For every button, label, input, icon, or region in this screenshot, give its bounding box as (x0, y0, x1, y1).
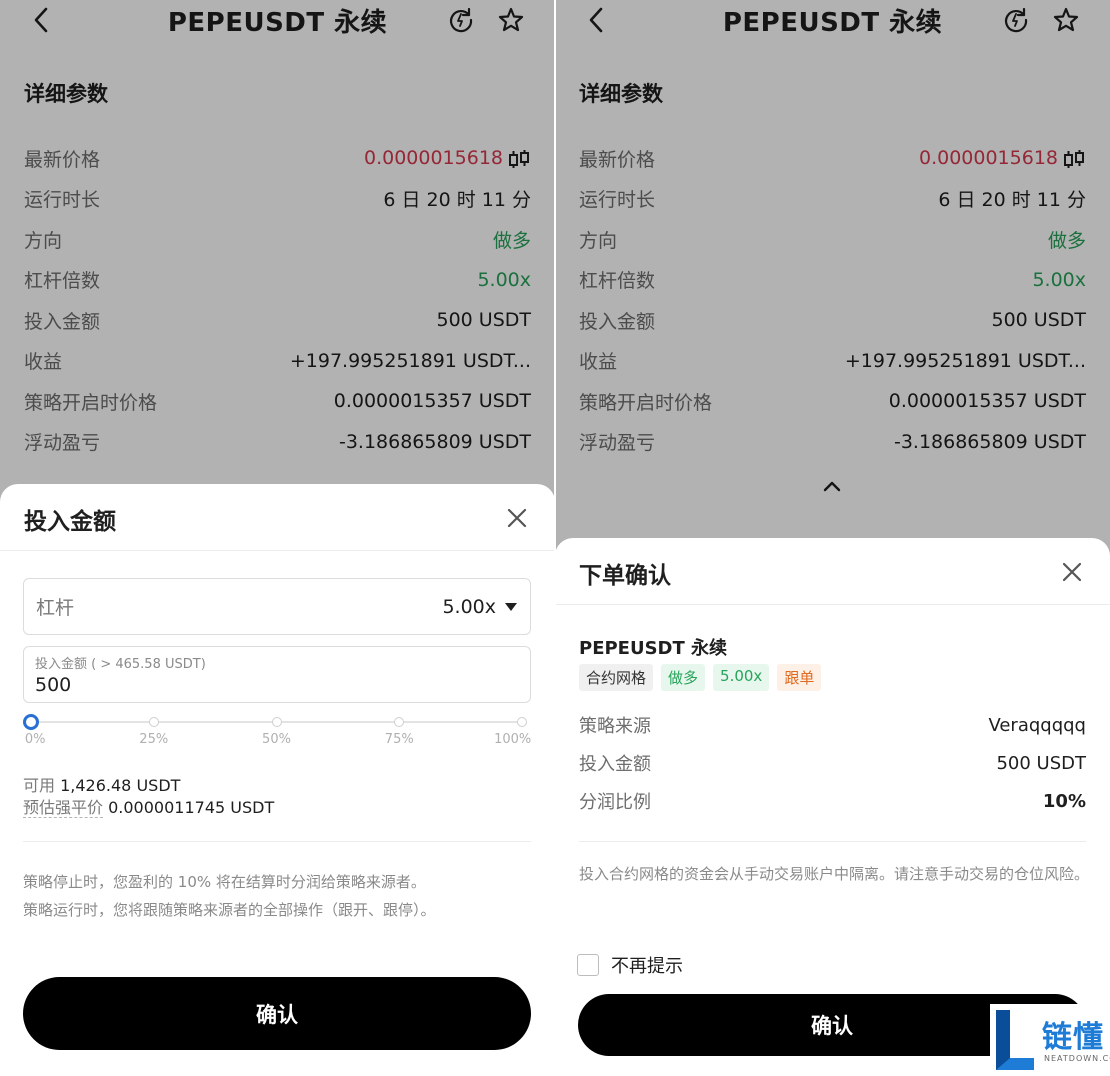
confirm-button[interactable]: 确认 (23, 977, 531, 1050)
liquidation-value: 0.0000011745 USDT (108, 798, 275, 817)
slider-tick-label: 100% (494, 732, 532, 747)
leverage-label: 杠杆 (36, 597, 75, 619)
slider-tick-label: 25% (139, 732, 169, 747)
amount-slider[interactable]: 0% 25% 50% 75% 100% (23, 714, 531, 747)
slider-node-100[interactable] (517, 717, 527, 727)
divider (579, 841, 1086, 842)
tag-contract-grid: 合约网格 (579, 664, 654, 691)
leverage-select[interactable]: 杠杆 5.00x (23, 578, 531, 635)
dont-remind-option[interactable]: 不再提示 (577, 952, 683, 978)
dont-remind-checkbox[interactable] (577, 954, 599, 976)
liquidation-label[interactable]: 预估强平价 (23, 798, 104, 818)
order-row-profit-share: 分润比例 10% (579, 782, 1086, 820)
order-label: 分润比例 (579, 792, 651, 813)
tag-list: 合约网格 做多 5.00x 跟单 (579, 664, 822, 691)
slider-node-75[interactable] (394, 717, 405, 727)
divider (23, 841, 531, 842)
slider-node-25[interactable] (148, 717, 159, 727)
slider-tick-label: 50% (262, 732, 291, 747)
leverage-value: 5.00x (442, 596, 518, 618)
divider (555, 604, 1110, 605)
balance-info: 可用 1,426.48 USDT 预估强平价 0.0000011745 USDT (23, 775, 274, 819)
risk-note: 投入合约网格的资金会从手动交易账户中隔离。请注意手动交易的仓位风险。 (579, 865, 1090, 883)
profit-share-note: 策略停止时，您盈利的 10% 将在结算时分润给策略来源者。 策略运行时，您将跟随… (23, 868, 535, 924)
slider-tick-label: 75% (384, 732, 414, 747)
order-value: 10% (1042, 790, 1086, 812)
order-row-source: 策略来源 Veraqqqqq (579, 706, 1086, 744)
leverage-value-text: 5.00x (442, 595, 496, 618)
available-value: 1,426.48 USDT (60, 776, 181, 795)
order-label: 投入金额 (579, 754, 651, 775)
screen-divider (554, 0, 556, 1076)
amount-hint: 投入金额 ( > 465.58 USDT) (35, 657, 206, 672)
tag-long: 做多 (661, 664, 706, 691)
slider-tick-label: 0% (24, 732, 46, 747)
close-icon[interactable] (503, 504, 531, 532)
sheet-title: 投入金额 (24, 509, 116, 535)
order-row-investment: 投入金额 500 USDT (579, 744, 1086, 782)
tag-copy-trade: 跟单 (777, 664, 822, 691)
order-confirm-sheet: 下单确认 PEPEUSDT 永续 合约网格 做多 5.00x 跟单 策略来源 V… (555, 538, 1110, 1076)
dropdown-arrow-icon (505, 602, 517, 611)
note-line: 策略运行时，您将跟随策略来源者的全部操作（跟开、跟停）。 (23, 901, 436, 919)
left-screen: PEPEUSDT 永续 详细参数 最新价格 0.0000015618 运行时长 … (0, 0, 555, 1076)
sheet-title: 下单确认 (579, 563, 671, 589)
order-value: 500 USDT (996, 752, 1086, 774)
dont-remind-label[interactable]: 不再提示 (611, 952, 683, 978)
order-label: 策略来源 (579, 716, 651, 737)
liquidation-line: 预估强平价 0.0000011745 USDT (23, 797, 274, 819)
watermark: 链懂 NEATDOWN.COM (990, 1004, 1110, 1076)
order-details: 策略来源 Veraqqqqq 投入金额 500 USDT 分润比例 10% (579, 706, 1086, 820)
order-value: Veraqqqqq (988, 714, 1086, 736)
tag-leverage: 5.00x (713, 664, 770, 691)
watermark-text: 链懂 (1042, 1020, 1104, 1055)
amount-field[interactable]: 投入金额 ( > 465.58 USDT) (23, 646, 531, 703)
invest-amount-sheet: 投入金额 杠杆 5.00x 投入金额 ( > 465.58 USDT) 0% 2… (0, 484, 555, 1076)
slider-thumb[interactable] (23, 714, 39, 730)
available-line: 可用 1,426.48 USDT (23, 775, 274, 797)
available-label: 可用 (23, 776, 56, 795)
close-icon[interactable] (1058, 558, 1086, 586)
amount-input[interactable] (35, 674, 519, 696)
watermark-logo-icon (996, 1010, 1034, 1070)
pair-title: PEPEUSDT 永续 (579, 638, 728, 659)
note-line: 策略停止时，您盈利的 10% 将在结算时分润给策略来源者。 (23, 873, 426, 891)
slider-node-50[interactable] (271, 717, 282, 727)
divider (0, 550, 555, 551)
right-screen: PEPEUSDT 永续 详细参数 最新价格 0.0000015618 运行时长 … (555, 0, 1110, 1076)
watermark-subtext: NEATDOWN.COM (1044, 1054, 1110, 1063)
